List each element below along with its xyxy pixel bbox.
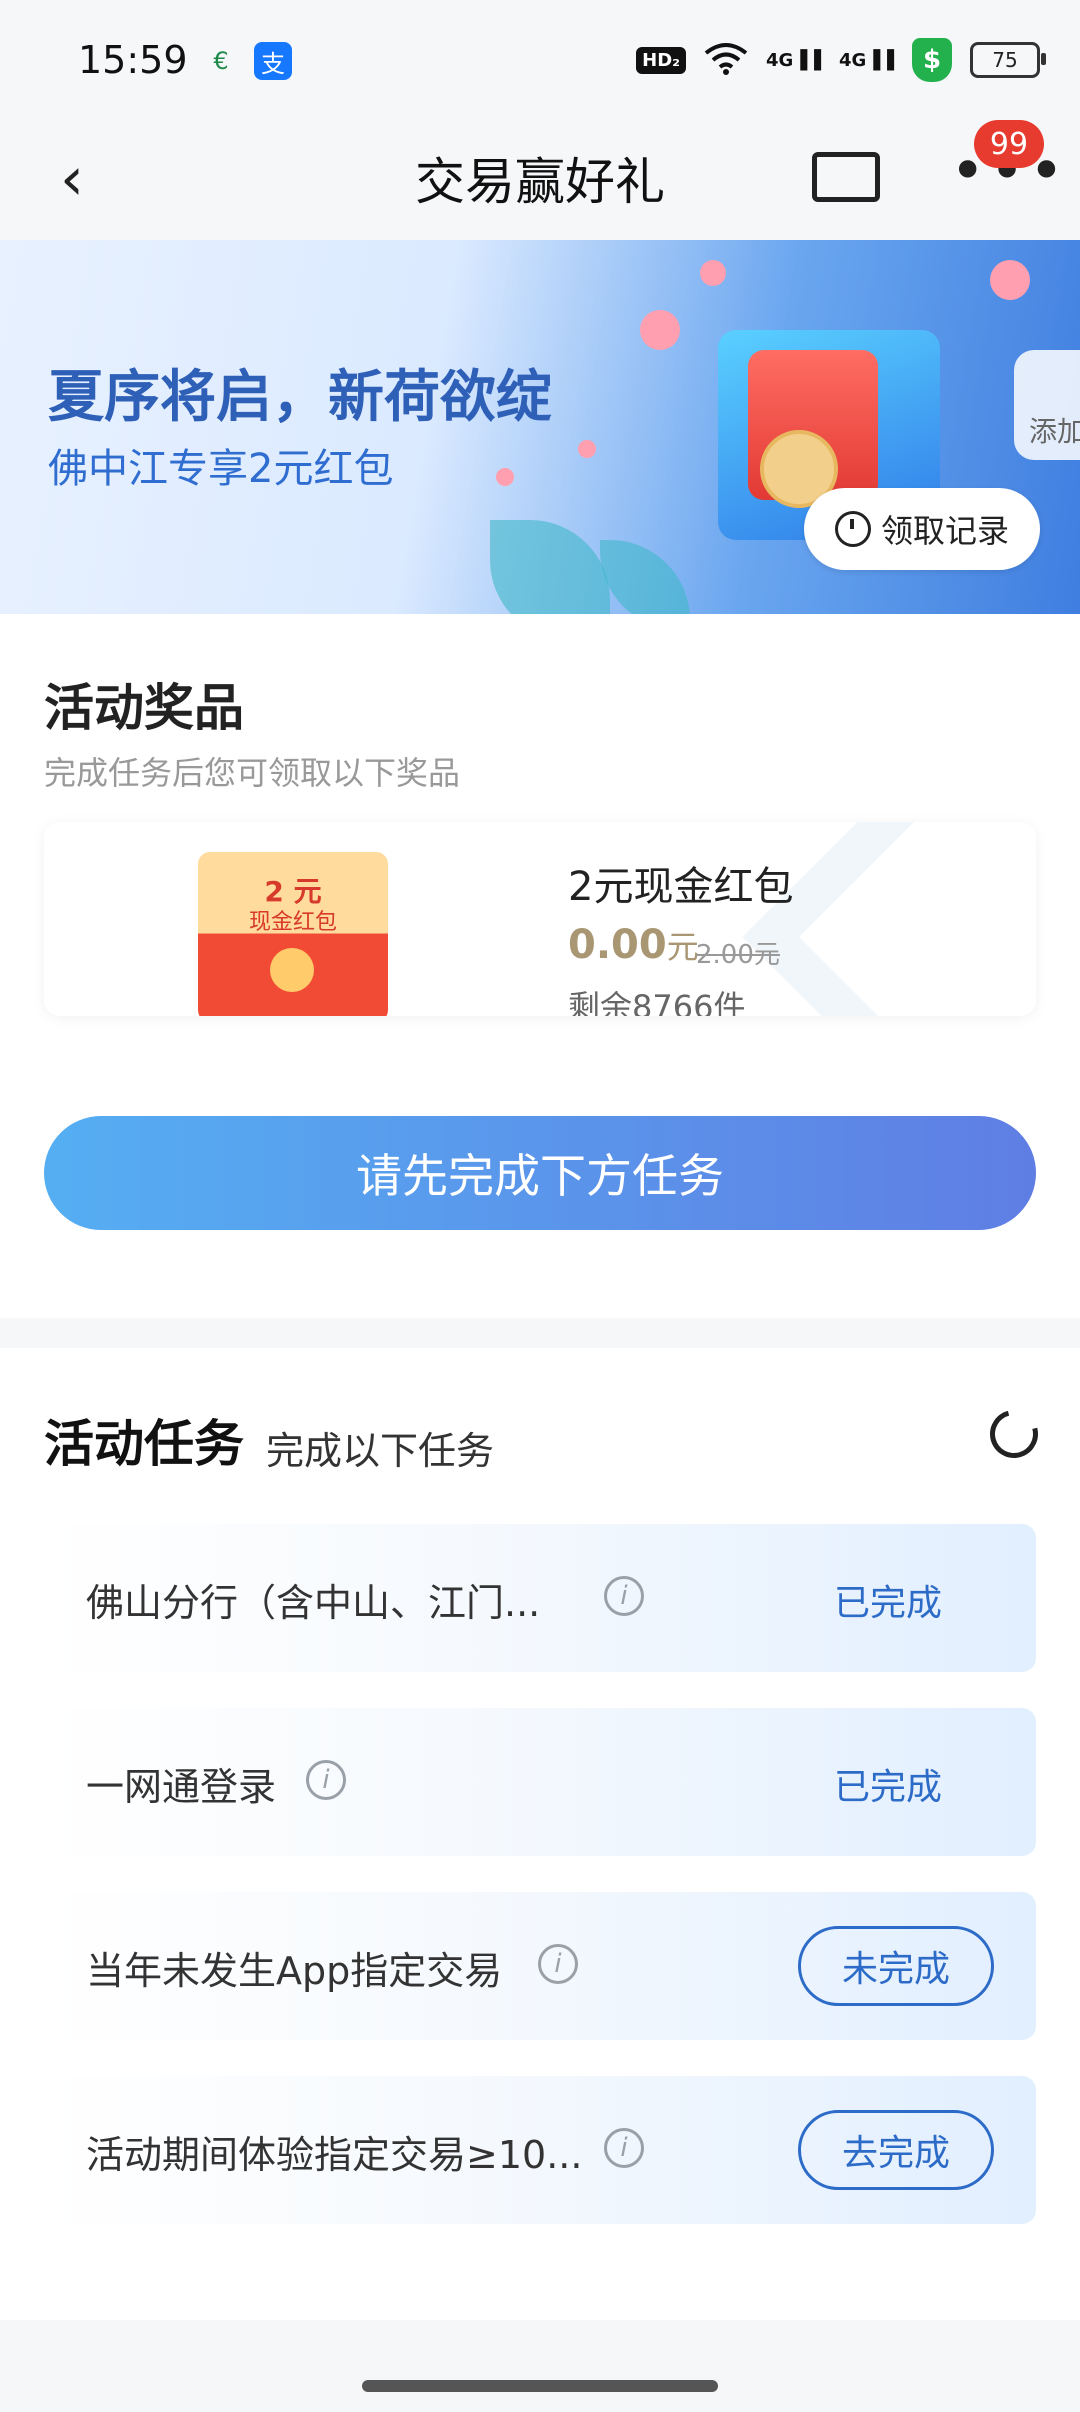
task-status-done: 已完成 [834,1767,943,1808]
flower-decoration [578,440,596,458]
task-item[interactable]: 一网通登录 i 已完成 [44,1708,1036,1856]
prize-section-title: 活动奖品 [44,679,244,737]
ticket-icon[interactable] [812,152,880,202]
status-icons: HD₂ 4G▐▐ 4G▐▐ $ 75 [636,38,1046,82]
complete-tasks-button[interactable]: 请先完成下方任务 [44,1116,1036,1230]
banner-title: 夏序将启，新荷欲绽 [48,365,552,430]
task-item[interactable]: 当年未发生App指定交易 i 未完成 [44,1892,1036,2040]
task-label: 一网通登录 [86,1765,277,1809]
leaf-decoration [490,520,610,614]
price-unit: 元 [666,928,699,966]
remaining-count: 剩余8766件 [568,988,746,1016]
task-incomplete-button[interactable]: 未完成 [798,1926,994,2006]
leaf-decoration [600,540,690,614]
flower-decoration [990,260,1030,300]
nav-bar: ‹ 交易赢好礼 ••• 99 [0,120,1080,240]
refresh-icon[interactable] [981,1401,1047,1467]
prize-name: 2元现金红包 [568,864,794,910]
signal-icon-sim1: 4G▐▐ [766,49,822,71]
flower-decoration [640,310,680,350]
task-section: 活动任务 完成以下任务 佛山分行（含中山、江门... i 已完成 一网通登录 i… [0,1348,1080,2320]
prize-section-desc: 完成任务后您可领取以下奖品 [44,754,461,792]
status-bar: 15:59 € 支 HD₂ 4G▐▐ 4G▐▐ $ 75 [0,0,1080,120]
claim-record-button[interactable]: 领取记录 [804,488,1040,570]
post-app-icon: € [213,47,229,75]
original-price: 2.00元 [696,940,780,970]
go-complete-button[interactable]: 去完成 [798,2110,994,2190]
prize-card[interactable]: 2 元 现金红包 2元现金红包 0.00元 2.00元 剩余8766件 [44,822,1036,1016]
alipay-app-icon: 支 [254,42,292,80]
security-shield-icon: $ [912,38,952,82]
task-section-subtitle: 完成以下任务 [266,1429,495,1473]
info-icon[interactable]: i [604,1576,644,1616]
battery-icon: 75 [970,42,1046,78]
task-label: 佛山分行（含中山、江门... [86,1581,541,1625]
task-status-done: 已完成 [834,1583,943,1624]
red-envelope-icon: 2 元 现金红包 [198,852,388,1016]
home-indicator[interactable] [362,2380,718,2392]
task-label: 当年未发生App指定交易 [86,1949,503,1993]
info-icon[interactable]: i [604,2128,644,2168]
envelope-seal [270,948,314,992]
claim-record-label: 领取记录 [880,512,1009,550]
prize-section: 活动奖品 完成任务后您可领取以下奖品 2 元 现金红包 2元现金红包 0.00元… [0,614,1080,1318]
flower-decoration [700,260,726,286]
add-side-button[interactable]: 添加 [1014,350,1080,460]
page-title: 交易赢好礼 [415,153,665,211]
task-section-title: 活动任务 [44,1415,244,1473]
chevron-decoration [742,822,1036,1016]
history-icon [834,511,871,547]
banner-subtitle: 佛中江专享2元红包 [48,446,394,492]
task-item[interactable]: 佛山分行（含中山、江门... i 已完成 [44,1524,1036,1672]
envelope-name: 现金红包 [248,910,337,935]
signal-icon-sim2: 4G▐▐ [839,49,894,71]
hd-icon: HD₂ [636,46,687,74]
task-item[interactable]: 活动期间体验指定交易≥10... i 去完成 [44,2076,1036,2224]
notification-badge: 99 [974,120,1044,168]
promo-banner: 夏序将启，新荷欲绽 佛中江专享2元红包 添加 领取记录 [0,240,1080,614]
status-time: 15:59 [78,38,188,82]
task-label: 活动期间体验指定交易≥10... [86,2133,583,2177]
info-icon[interactable]: i [538,1944,578,1984]
price-value: 0.00 [568,922,667,968]
flower-decoration [496,468,514,486]
wifi-icon [704,41,748,79]
prize-price: 0.00元 [568,922,699,968]
info-icon[interactable]: i [306,1760,346,1800]
